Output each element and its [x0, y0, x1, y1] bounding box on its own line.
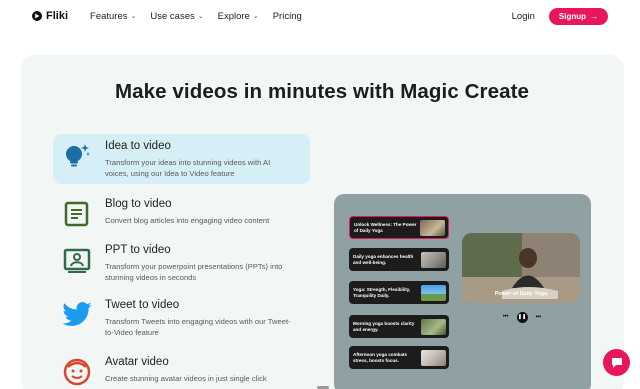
chat-button[interactable] [603, 349, 630, 376]
nav-use-cases[interactable]: Use cases ⌄ [150, 11, 203, 22]
feature-title: PPT to video [105, 244, 171, 256]
signup-label: Signup [558, 11, 586, 21]
top-nav: Fliki Features ⌄ Use cases ⌄ Explore ⌄ P… [0, 0, 640, 32]
feature-avatar-video[interactable]: Avatar video Create stunning avatar vide… [53, 350, 310, 389]
scene-card-text: Daily yoga enhances health and well-bein… [353, 253, 414, 265]
nav-pricing-label: Pricing [272, 10, 302, 22]
scene-card[interactable]: Yoga: Strength, Flexibility, Tranquility… [349, 281, 449, 304]
scene-thumbnail [421, 251, 446, 268]
feature-description: Transform your ideas into stunning video… [105, 158, 271, 178]
scene-card-text: Afternoon yoga combats stress, boosts fo… [353, 351, 408, 363]
feature-description: Create stunning avatar videos in just si… [105, 374, 267, 383]
logo-text: Fliki [46, 10, 69, 22]
nav-explore[interactable]: Explore ⌄ [218, 11, 259, 22]
avatar-icon [61, 356, 93, 388]
feature-title: Avatar video [105, 356, 169, 368]
feature-tweet-to-video[interactable]: Tweet to video Transform Tweets into eng… [53, 293, 310, 343]
scene-thumbnail [421, 284, 446, 301]
scene-card-text: Yoga: Strength, Flexibility, Tranquility… [353, 286, 411, 298]
presentation-icon [61, 244, 93, 276]
signup-button[interactable]: Signup → [548, 7, 608, 25]
chevron-down-icon: ⌄ [252, 13, 259, 20]
feature-description: Transform Tweets into engaging videos wi… [105, 317, 291, 337]
video-player[interactable]: Power of Daily Yoga [462, 233, 580, 303]
scene-thumbnail [421, 318, 446, 335]
chat-icon [611, 357, 622, 368]
scene-thumbnail [420, 219, 445, 236]
scene-card[interactable]: Unlock Wellness: The Power of Daily Yoga [349, 216, 449, 239]
nav-explore-label: Explore [217, 10, 250, 22]
nav-features-label: Features [90, 10, 128, 22]
play-icon [32, 11, 42, 21]
login-link[interactable]: Login [512, 11, 535, 22]
nav-actions: Login Signup → [512, 7, 608, 25]
chevron-down-icon: ⌄ [197, 13, 204, 20]
scene-card-text: Unlock Wellness: The Power of Daily Yoga [354, 221, 417, 233]
scene-card-text: Morning yoga boosts clarity and energy. [353, 320, 415, 332]
feature-title: Tweet to video [105, 299, 180, 311]
scene-card[interactable]: Daily yoga enhances health and well-bein… [349, 248, 449, 271]
fliki-logo[interactable]: Fliki [32, 10, 68, 22]
nav-features[interactable]: Features ⌄ [90, 11, 136, 22]
feature-blog-to-video[interactable]: Blog to video Convert blog articles into… [53, 192, 310, 232]
feature-description: Transform your powerpoint presentations … [105, 262, 283, 282]
twitter-icon [61, 299, 93, 331]
nav-pricing[interactable]: Pricing [273, 11, 302, 22]
previous-icon[interactable]: ⏮ [503, 314, 508, 321]
lightbulb-icon [61, 140, 93, 172]
scene-thumbnail [421, 349, 446, 366]
pause-icon[interactable]: ❚❚ [516, 311, 528, 323]
nav-use-cases-label: Use cases [150, 10, 195, 22]
player-controls: ⏮ ❚❚ ⏭ [503, 311, 541, 323]
feature-title: Blog to video [105, 198, 172, 210]
feature-title: Idea to video [105, 140, 171, 152]
arrow-right-icon: → [590, 11, 598, 21]
scene-card[interactable]: Afternoon yoga combats stress, boosts fo… [349, 346, 449, 369]
document-icon [61, 198, 93, 230]
scene-card[interactable]: Morning yoga boosts clarity and energy. [349, 315, 449, 338]
feature-idea-to-video[interactable]: Idea to video Transform your ideas into … [53, 134, 310, 184]
video-caption: Power of Daily Yoga [494, 291, 548, 297]
feature-ppt-to-video[interactable]: PPT to video Transform your powerpoint p… [53, 238, 310, 288]
chevron-down-icon: ⌄ [130, 13, 137, 20]
section-title: Make videos in minutes with Magic Create [114, 80, 530, 103]
next-icon[interactable]: ⏭ [536, 314, 541, 321]
feature-description: Convert blog articles into engaging vide… [105, 216, 270, 225]
